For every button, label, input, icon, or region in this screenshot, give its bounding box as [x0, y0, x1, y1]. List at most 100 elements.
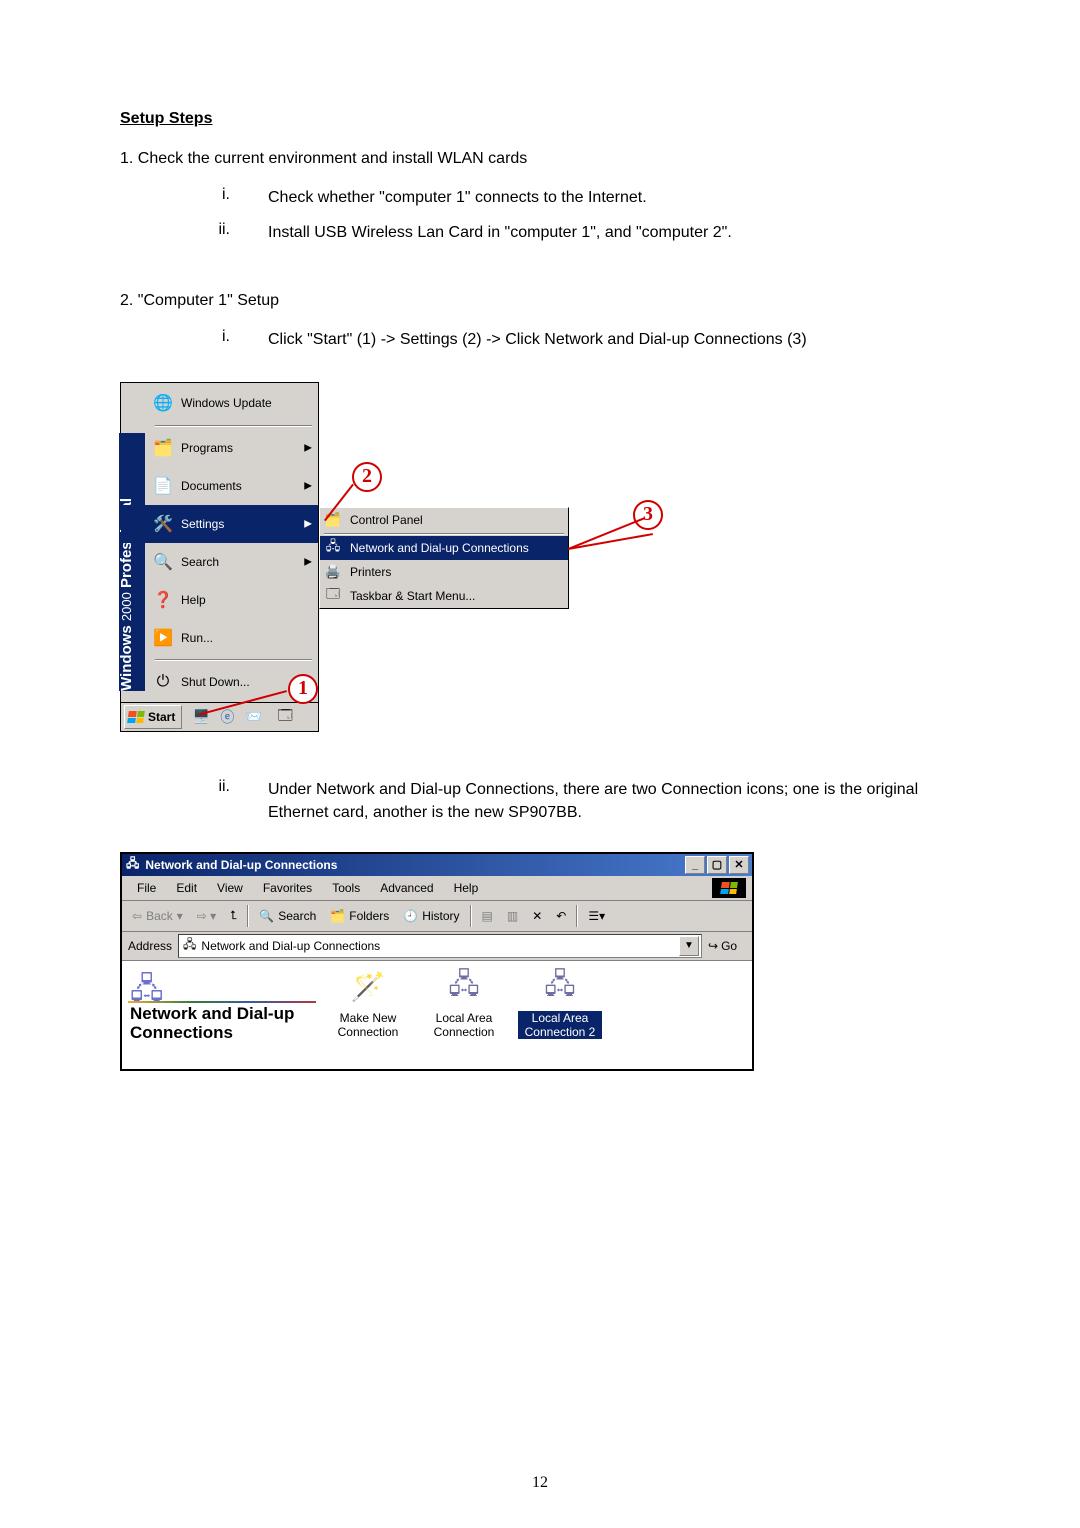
sub-text: Under Network and Dial-up Connections, t…	[268, 778, 960, 824]
step-2-i: i. Click "Start" (1) -> Settings (2) -> …	[120, 328, 960, 351]
sub-text: Install USB Wireless Lan Card in "comput…	[268, 221, 960, 244]
taskbar: Start 🖥️ ⓔ 📨 🗔	[120, 702, 319, 732]
quicklaunch-desktop-icon[interactable]: 🖥️	[190, 706, 212, 728]
explorer-left-pane: 🖧 Network and Dial-up Connections	[122, 961, 322, 1069]
copyto-button[interactable]: ▥	[503, 907, 522, 925]
menu-tools[interactable]: Tools	[323, 879, 369, 897]
titlebar-text: Network and Dial-up Connections	[145, 858, 337, 872]
address-dropdown-icon[interactable]: ▼	[679, 936, 699, 956]
settings-icon: 🛠️	[151, 512, 175, 536]
menu-label: Help	[181, 593, 206, 607]
address-combo[interactable]: 🖧 Network and Dial-up Connections ▼	[178, 934, 702, 958]
run-icon: ▶️	[151, 626, 175, 650]
sub-text: Check whether "computer 1" connects to t…	[268, 186, 960, 209]
menu-file[interactable]: File	[128, 879, 165, 897]
menu-label: Run...	[181, 631, 213, 645]
startmenu-screenshot: Windows 2000 Professional 🌐 Windows Upda…	[120, 382, 960, 732]
views-button[interactable]: ☰▾	[584, 907, 609, 925]
address-text: Network and Dial-up Connections	[201, 939, 380, 953]
windows-logo-icon	[712, 878, 746, 898]
menu-windows-update[interactable]: 🌐 Windows Update	[121, 383, 318, 423]
menu-separator	[155, 659, 312, 661]
titlebar-icon: 🖧	[126, 854, 139, 875]
explorer-body: 🖧 Network and Dial-up Connections 🪄 Make…	[122, 961, 752, 1069]
step-2-line: 2. "Computer 1" Setup	[120, 292, 960, 310]
menu-settings[interactable]: 🛠️ Settings ▶	[121, 505, 318, 543]
step-2-sublist-a: i. Click "Start" (1) -> Settings (2) -> …	[120, 328, 960, 351]
callout-3-line-a	[568, 517, 645, 550]
roman-numeral: i.	[170, 328, 268, 351]
menu-view[interactable]: View	[208, 879, 252, 897]
folders-button[interactable]: 🗂️Folders	[326, 907, 393, 925]
quicklaunch-outlook-icon[interactable]: 📨	[242, 706, 264, 728]
minimize-button[interactable]: _	[685, 856, 705, 874]
menu-help[interactable]: Help	[445, 879, 488, 897]
menu-documents[interactable]: 📄 Documents ▶	[121, 467, 318, 505]
menu-edit[interactable]: Edit	[167, 879, 206, 897]
item-make-new-connection[interactable]: 🪄 Make New Connection	[326, 967, 410, 1063]
item-local-area-connection[interactable]: 🖧 Local Area Connection	[422, 967, 506, 1063]
maximize-button[interactable]: ▢	[707, 856, 727, 874]
network-adapter-icon: 🖧	[540, 967, 580, 1007]
menu-label: Shut Down...	[181, 675, 250, 689]
callout-3-line-b	[568, 533, 653, 550]
menu-label: Programs	[181, 441, 233, 455]
go-button[interactable]: ↪ Go	[708, 939, 746, 953]
folder-hero-icon: 🖧	[130, 967, 163, 1018]
network-icon: 🖧	[325, 540, 341, 556]
submenu-taskbar-startmenu[interactable]: 🗔 Taskbar & Start Menu...	[320, 584, 568, 608]
item-label: Make New Connection	[326, 1011, 410, 1039]
moveto-button[interactable]: ▤	[478, 907, 497, 925]
start-menu-panel: Windows 2000 Professional 🌐 Windows Upda…	[120, 382, 319, 722]
submenu-network-dialup[interactable]: 🖧 Network and Dial-up Connections	[320, 536, 568, 560]
settings-submenu: 🗂️ Control Panel 🖧 Network and Dial-up C…	[319, 507, 569, 609]
menu-favorites[interactable]: Favorites	[254, 879, 321, 897]
printers-icon: 🖨️	[325, 564, 341, 580]
windows-update-icon: 🌐	[151, 391, 175, 415]
submenu-printers[interactable]: 🖨️ Printers	[320, 560, 568, 584]
close-button[interactable]: ✕	[729, 856, 749, 874]
submenu-label: Control Panel	[350, 513, 423, 527]
search-button[interactable]: 🔍Search	[255, 907, 320, 925]
item-label: Local Area Connection 2	[518, 1011, 602, 1039]
address-label: Address	[128, 939, 172, 953]
item-local-area-connection-2[interactable]: 🖧 Local Area Connection 2	[518, 967, 602, 1063]
item-label: Local Area Connection	[422, 1011, 506, 1039]
menu-label: Documents	[181, 479, 242, 493]
menubar: File Edit View Favorites Tools Advanced …	[122, 876, 752, 901]
menu-label: Search	[181, 555, 219, 569]
submenu-arrow-icon: ▶	[304, 556, 312, 567]
history-button[interactable]: 🕘History	[399, 907, 463, 925]
menu-help[interactable]: ❓ Help	[121, 581, 318, 619]
menu-label: Windows Update	[181, 396, 272, 410]
roman-numeral: ii.	[170, 778, 268, 824]
roman-numeral: i.	[170, 186, 268, 209]
sub-text: Click "Start" (1) -> Settings (2) -> Cli…	[268, 328, 960, 351]
submenu-arrow-icon: ▶	[304, 480, 312, 491]
submenu-control-panel[interactable]: 🗂️ Control Panel	[320, 508, 568, 532]
callout-2: 2	[352, 462, 382, 492]
undo-button[interactable]: ↶	[552, 907, 570, 925]
up-button[interactable]: ⮤	[226, 906, 241, 925]
submenu-label: Taskbar & Start Menu...	[350, 589, 475, 603]
submenu-label: Network and Dial-up Connections	[350, 541, 529, 555]
page-number: 12	[0, 1474, 1080, 1492]
delete-button[interactable]: ✕	[528, 907, 546, 925]
start-button[interactable]: Start	[124, 705, 182, 729]
menu-programs[interactable]: 🗂️ Programs ▶	[121, 429, 318, 467]
quicklaunch-app-icon[interactable]: 🗔	[274, 706, 296, 728]
submenu-separator	[324, 533, 564, 535]
section-heading: Setup Steps	[120, 110, 960, 128]
documents-icon: 📄	[151, 474, 175, 498]
menu-separator	[155, 425, 312, 427]
network-adapter-icon: 🖧	[444, 967, 484, 1007]
menu-run[interactable]: ▶️ Run...	[121, 619, 318, 657]
menu-advanced[interactable]: Advanced	[371, 879, 442, 897]
menu-search[interactable]: 🔍 Search ▶	[121, 543, 318, 581]
step-2-ii: ii. Under Network and Dial-up Connection…	[120, 778, 960, 824]
roman-numeral: ii.	[170, 221, 268, 244]
back-button[interactable]: ⇦ Back ▾	[128, 907, 187, 925]
programs-icon: 🗂️	[151, 436, 175, 460]
forward-button[interactable]: ⇨ ▾	[193, 907, 220, 925]
toolbar: ⇦ Back ▾ ⇨ ▾ ⮤ 🔍Search 🗂️Folders 🕘Histor…	[122, 901, 752, 932]
